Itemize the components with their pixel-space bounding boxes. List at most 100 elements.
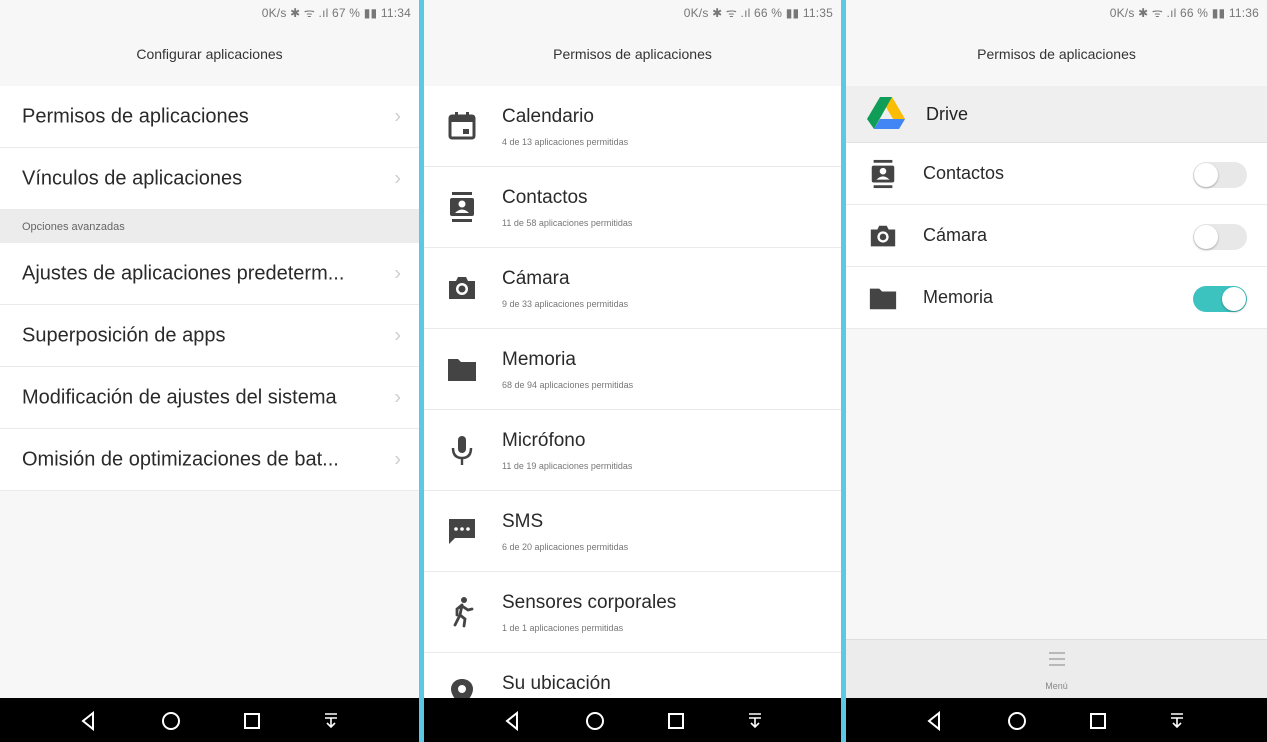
recents-icon[interactable] xyxy=(665,710,687,732)
permission-title: Cámara xyxy=(502,268,570,289)
recents-icon[interactable] xyxy=(1087,710,1109,732)
permission-count: 11 de 19 aplicaciones permitidas xyxy=(502,461,633,471)
notifications-down-icon[interactable] xyxy=(1166,710,1188,732)
permission-item-camara[interactable]: Cámara 9 de 33 aplicaciones permitidas xyxy=(424,248,841,329)
section-label: Opciones avanzadas xyxy=(22,221,125,233)
home-icon[interactable] xyxy=(160,710,182,732)
notifications-down-icon[interactable] xyxy=(744,710,766,732)
title-bar: Permisos de aplicaciones xyxy=(846,24,1267,87)
toggle-knob xyxy=(1194,163,1218,187)
calendar-icon xyxy=(448,112,476,140)
contactos-toggle[interactable] xyxy=(1193,162,1247,188)
page-title: Permisos de aplicaciones xyxy=(977,46,1136,62)
permission-item-contactos[interactable]: Contactos 11 de 58 aplicaciones permitid… xyxy=(424,167,841,248)
chevron-right-icon: › xyxy=(394,105,401,127)
permission-row-contactos: Contactos xyxy=(846,143,1267,205)
permission-count: 68 de 94 aplicaciones permitidas xyxy=(502,380,634,390)
status-bar: 0K/s ✱ ᯤ .ıl 66 % ▮▮ 11:35 xyxy=(424,0,841,24)
status-bar: 0K/s ✱ ᯤ .ıl 67 % ▮▮ 11:34 xyxy=(0,0,419,24)
permission-list: Calendario 4 de 13 aplicaciones permitid… xyxy=(424,86,841,734)
permission-count: 4 de 13 aplicaciones permitidas xyxy=(502,137,629,147)
home-icon[interactable] xyxy=(1006,710,1028,732)
list-item-label: Ajustes de aplicaciones predeterm... xyxy=(22,262,345,284)
permission-item-memoria[interactable]: Memoria 68 de 94 aplicaciones permitidas xyxy=(424,329,841,410)
page-title: Configurar aplicaciones xyxy=(136,46,283,62)
status-text: 0K/s ✱ ᯤ .ıl 66 % ▮▮ 11:36 xyxy=(1109,6,1259,20)
camera-icon xyxy=(449,277,475,299)
home-icon[interactable] xyxy=(584,710,606,732)
notifications-down-icon[interactable] xyxy=(320,710,342,732)
permission-count: 1 de 1 aplicaciones permitidas xyxy=(502,623,624,633)
menu-icon[interactable] xyxy=(1048,652,1065,666)
list-item-vinculos[interactable]: Vínculos de aplicaciones › xyxy=(0,148,419,210)
list-item-label: Vínculos de aplicaciones xyxy=(22,167,243,189)
screen-permisos-drive: 0K/s ✱ ᯤ .ıl 66 % ▮▮ 11:36 Permisos de a… xyxy=(846,0,1267,742)
permission-title: Contactos xyxy=(502,187,588,208)
navigation-bar xyxy=(0,698,419,742)
list-item-permisos[interactable]: Permisos de aplicaciones › xyxy=(0,86,419,148)
chevron-right-icon: › xyxy=(394,324,401,346)
contacts-icon xyxy=(450,192,474,222)
list-item-omision-optimizaciones[interactable]: Omisión de optimizaciones de bat... › xyxy=(0,429,419,491)
chevron-right-icon: › xyxy=(394,448,401,470)
camera-icon xyxy=(870,225,896,247)
list-item-label: Superposición de apps xyxy=(22,324,226,346)
permission-label: Contactos xyxy=(923,163,1005,183)
screen-permisos-de-aplicaciones: 0K/s ✱ ᯤ .ıl 66 % ▮▮ 11:35 Permisos de a… xyxy=(424,0,841,742)
bottom-menu-bar: Menú xyxy=(846,639,1267,698)
status-bar: 0K/s ✱ ᯤ .ıl 66 % ▮▮ 11:36 xyxy=(846,0,1267,24)
permission-title: Memoria xyxy=(502,349,576,370)
list-item-ajustes-predeterminados[interactable]: Ajustes de aplicaciones predeterm... › xyxy=(0,243,419,305)
back-icon[interactable] xyxy=(502,710,524,732)
sms-icon xyxy=(449,519,475,544)
permission-item-calendario[interactable]: Calendario 4 de 13 aplicaciones permitid… xyxy=(424,86,841,167)
menu-label[interactable]: Menú xyxy=(846,681,1267,691)
back-icon[interactable] xyxy=(78,710,100,732)
toggle-knob xyxy=(1194,225,1218,249)
chevron-right-icon: › xyxy=(394,386,401,408)
permission-row-memoria: Memoria xyxy=(846,267,1267,329)
permission-label: Memoria xyxy=(923,287,994,307)
list-item-label: Permisos de aplicaciones xyxy=(22,105,249,127)
memoria-toggle[interactable] xyxy=(1193,286,1247,312)
folder-icon xyxy=(448,359,476,381)
title-bar: Configurar aplicaciones xyxy=(0,24,419,87)
settings-list: Permisos de aplicaciones › Vínculos de a… xyxy=(0,86,419,491)
permission-item-sms[interactable]: SMS 6 de 20 aplicaciones permitidas xyxy=(424,491,841,572)
back-icon[interactable] xyxy=(924,710,946,732)
app-name: Drive xyxy=(926,104,969,124)
permission-item-sensores-corporales[interactable]: Sensores corporales 1 de 1 aplicaciones … xyxy=(424,572,841,653)
permission-title: Sensores corporales xyxy=(502,592,677,613)
list-item-modificacion-ajustes[interactable]: Modificación de ajustes del sistema › xyxy=(0,367,419,429)
permission-row-camara: Cámara xyxy=(846,205,1267,267)
folder-icon xyxy=(869,288,897,310)
chevron-right-icon: › xyxy=(394,262,401,284)
status-text: 0K/s ✱ ᯤ .ıl 67 % ▮▮ 11:34 xyxy=(261,6,411,20)
permission-title: Micrófono xyxy=(502,430,586,451)
list-item-label: Modificación de ajustes del sistema xyxy=(22,386,337,408)
screen-configurar-aplicaciones: 0K/s ✱ ᯤ .ıl 67 % ▮▮ 11:34 Configurar ap… xyxy=(0,0,419,742)
permission-item-microfono[interactable]: Micrófono 11 de 19 aplicaciones permitid… xyxy=(424,410,841,491)
app-permission-list: Drive Contactos Cámara Memoria xyxy=(846,86,1267,329)
permission-title: Calendario xyxy=(502,106,594,127)
google-drive-logo xyxy=(867,97,905,129)
toggle-knob xyxy=(1222,287,1246,311)
recents-icon[interactable] xyxy=(241,710,263,732)
status-text: 0K/s ✱ ᯤ .ıl 66 % ▮▮ 11:35 xyxy=(683,6,833,20)
app-header: Drive xyxy=(846,86,1267,143)
navigation-bar xyxy=(424,698,841,742)
navigation-bar xyxy=(846,698,1267,742)
microphone-icon xyxy=(451,436,473,465)
camara-toggle[interactable] xyxy=(1193,224,1247,250)
list-item-superposicion[interactable]: Superposición de apps › xyxy=(0,305,419,367)
section-header: Opciones avanzadas xyxy=(0,210,419,243)
permission-title: Su ubicación xyxy=(502,673,611,694)
permission-count: 6 de 20 aplicaciones permitidas xyxy=(502,542,629,552)
body-sensor-icon xyxy=(453,597,474,628)
permission-count: 11 de 58 aplicaciones permitidas xyxy=(502,218,633,228)
list-item-label: Omisión de optimizaciones de bat... xyxy=(22,448,339,470)
title-bar: Permisos de aplicaciones xyxy=(424,24,841,87)
chevron-right-icon: › xyxy=(394,167,401,189)
page-title: Permisos de aplicaciones xyxy=(553,46,712,62)
permission-count: 9 de 33 aplicaciones permitidas xyxy=(502,299,629,309)
